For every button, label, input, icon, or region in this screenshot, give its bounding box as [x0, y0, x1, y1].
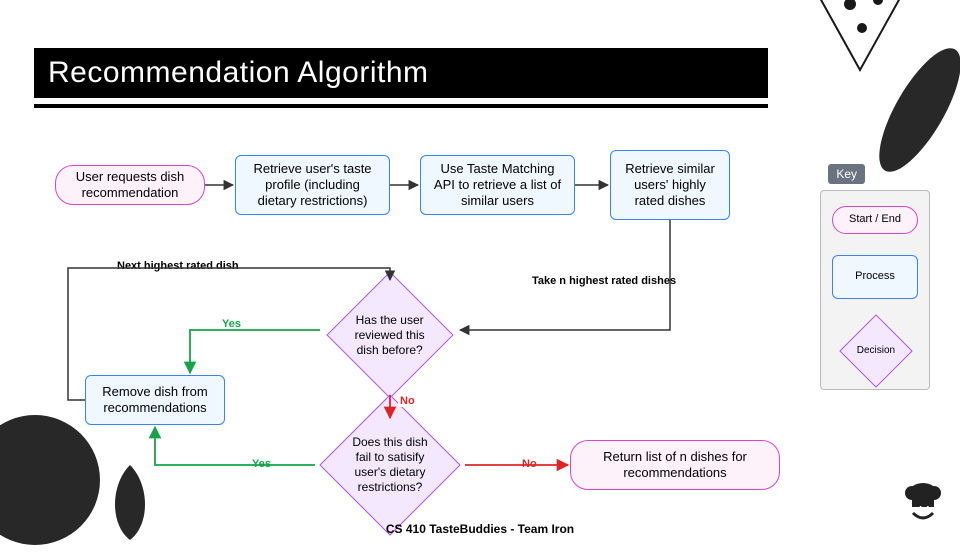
key-startend: Start / End	[832, 206, 918, 234]
node-end-text: Return list of n dishes for recommendati…	[579, 449, 771, 482]
node-decision-reviewed: Has the user reviewed this dish before?	[326, 271, 453, 398]
edge-label-take-n: Take n highest rated dishes	[530, 275, 678, 287]
slide-title: Recommendation Algorithm	[48, 56, 429, 90]
edge-label-next-highest: Next highest rated dish	[115, 260, 241, 272]
node-p4-text: Remove dish from recommendations	[94, 384, 216, 417]
edge-label-no-1: No	[398, 395, 417, 407]
node-p2-text: Use Taste Matching API to retrieve a lis…	[429, 161, 566, 210]
node-process-retrieve-dishes: Retrieve similar users' highly rated dis…	[610, 150, 730, 220]
key-process-text: Process	[855, 270, 895, 284]
node-start: User requests dish recommendation	[55, 165, 205, 205]
key-process: Process	[832, 255, 918, 299]
node-start-text: User requests dish recommendation	[64, 169, 196, 202]
node-d2-text: Does this dish fail to satisify user's d…	[349, 435, 431, 495]
node-decision-dietary: Does this dish fail to satisify user's d…	[319, 394, 460, 535]
node-process-taste-profile: Retrieve user's taste profile (including…	[235, 155, 390, 215]
node-process-remove-dish: Remove dish from recommendations	[85, 375, 225, 425]
title-underline	[34, 104, 768, 108]
slide-title-bar: Recommendation Algorithm	[34, 48, 768, 98]
key-decision-text: Decision	[857, 345, 895, 358]
key-header: Key	[828, 164, 865, 184]
node-p1-text: Retrieve user's taste profile (including…	[244, 161, 381, 210]
node-end: Return list of n dishes for recommendati…	[570, 440, 780, 490]
decor-baguette-icon	[850, 30, 960, 195]
node-process-taste-matching: Use Taste Matching API to retrieve a lis…	[420, 155, 575, 215]
edge-label-yes-1: Yes	[220, 318, 243, 330]
node-d1-text: Has the user reviewed this dish before?	[354, 313, 426, 358]
slide-footer: CS 410 TasteBuddies - Team Iron	[0, 522, 960, 536]
node-p3-text: Retrieve similar users' highly rated dis…	[619, 161, 721, 210]
key-startend-text: Start / End	[849, 213, 901, 227]
edge-label-no-2: No	[520, 458, 539, 470]
edge-label-yes-2: Yes	[250, 458, 273, 470]
page-number: 44	[906, 496, 940, 524]
